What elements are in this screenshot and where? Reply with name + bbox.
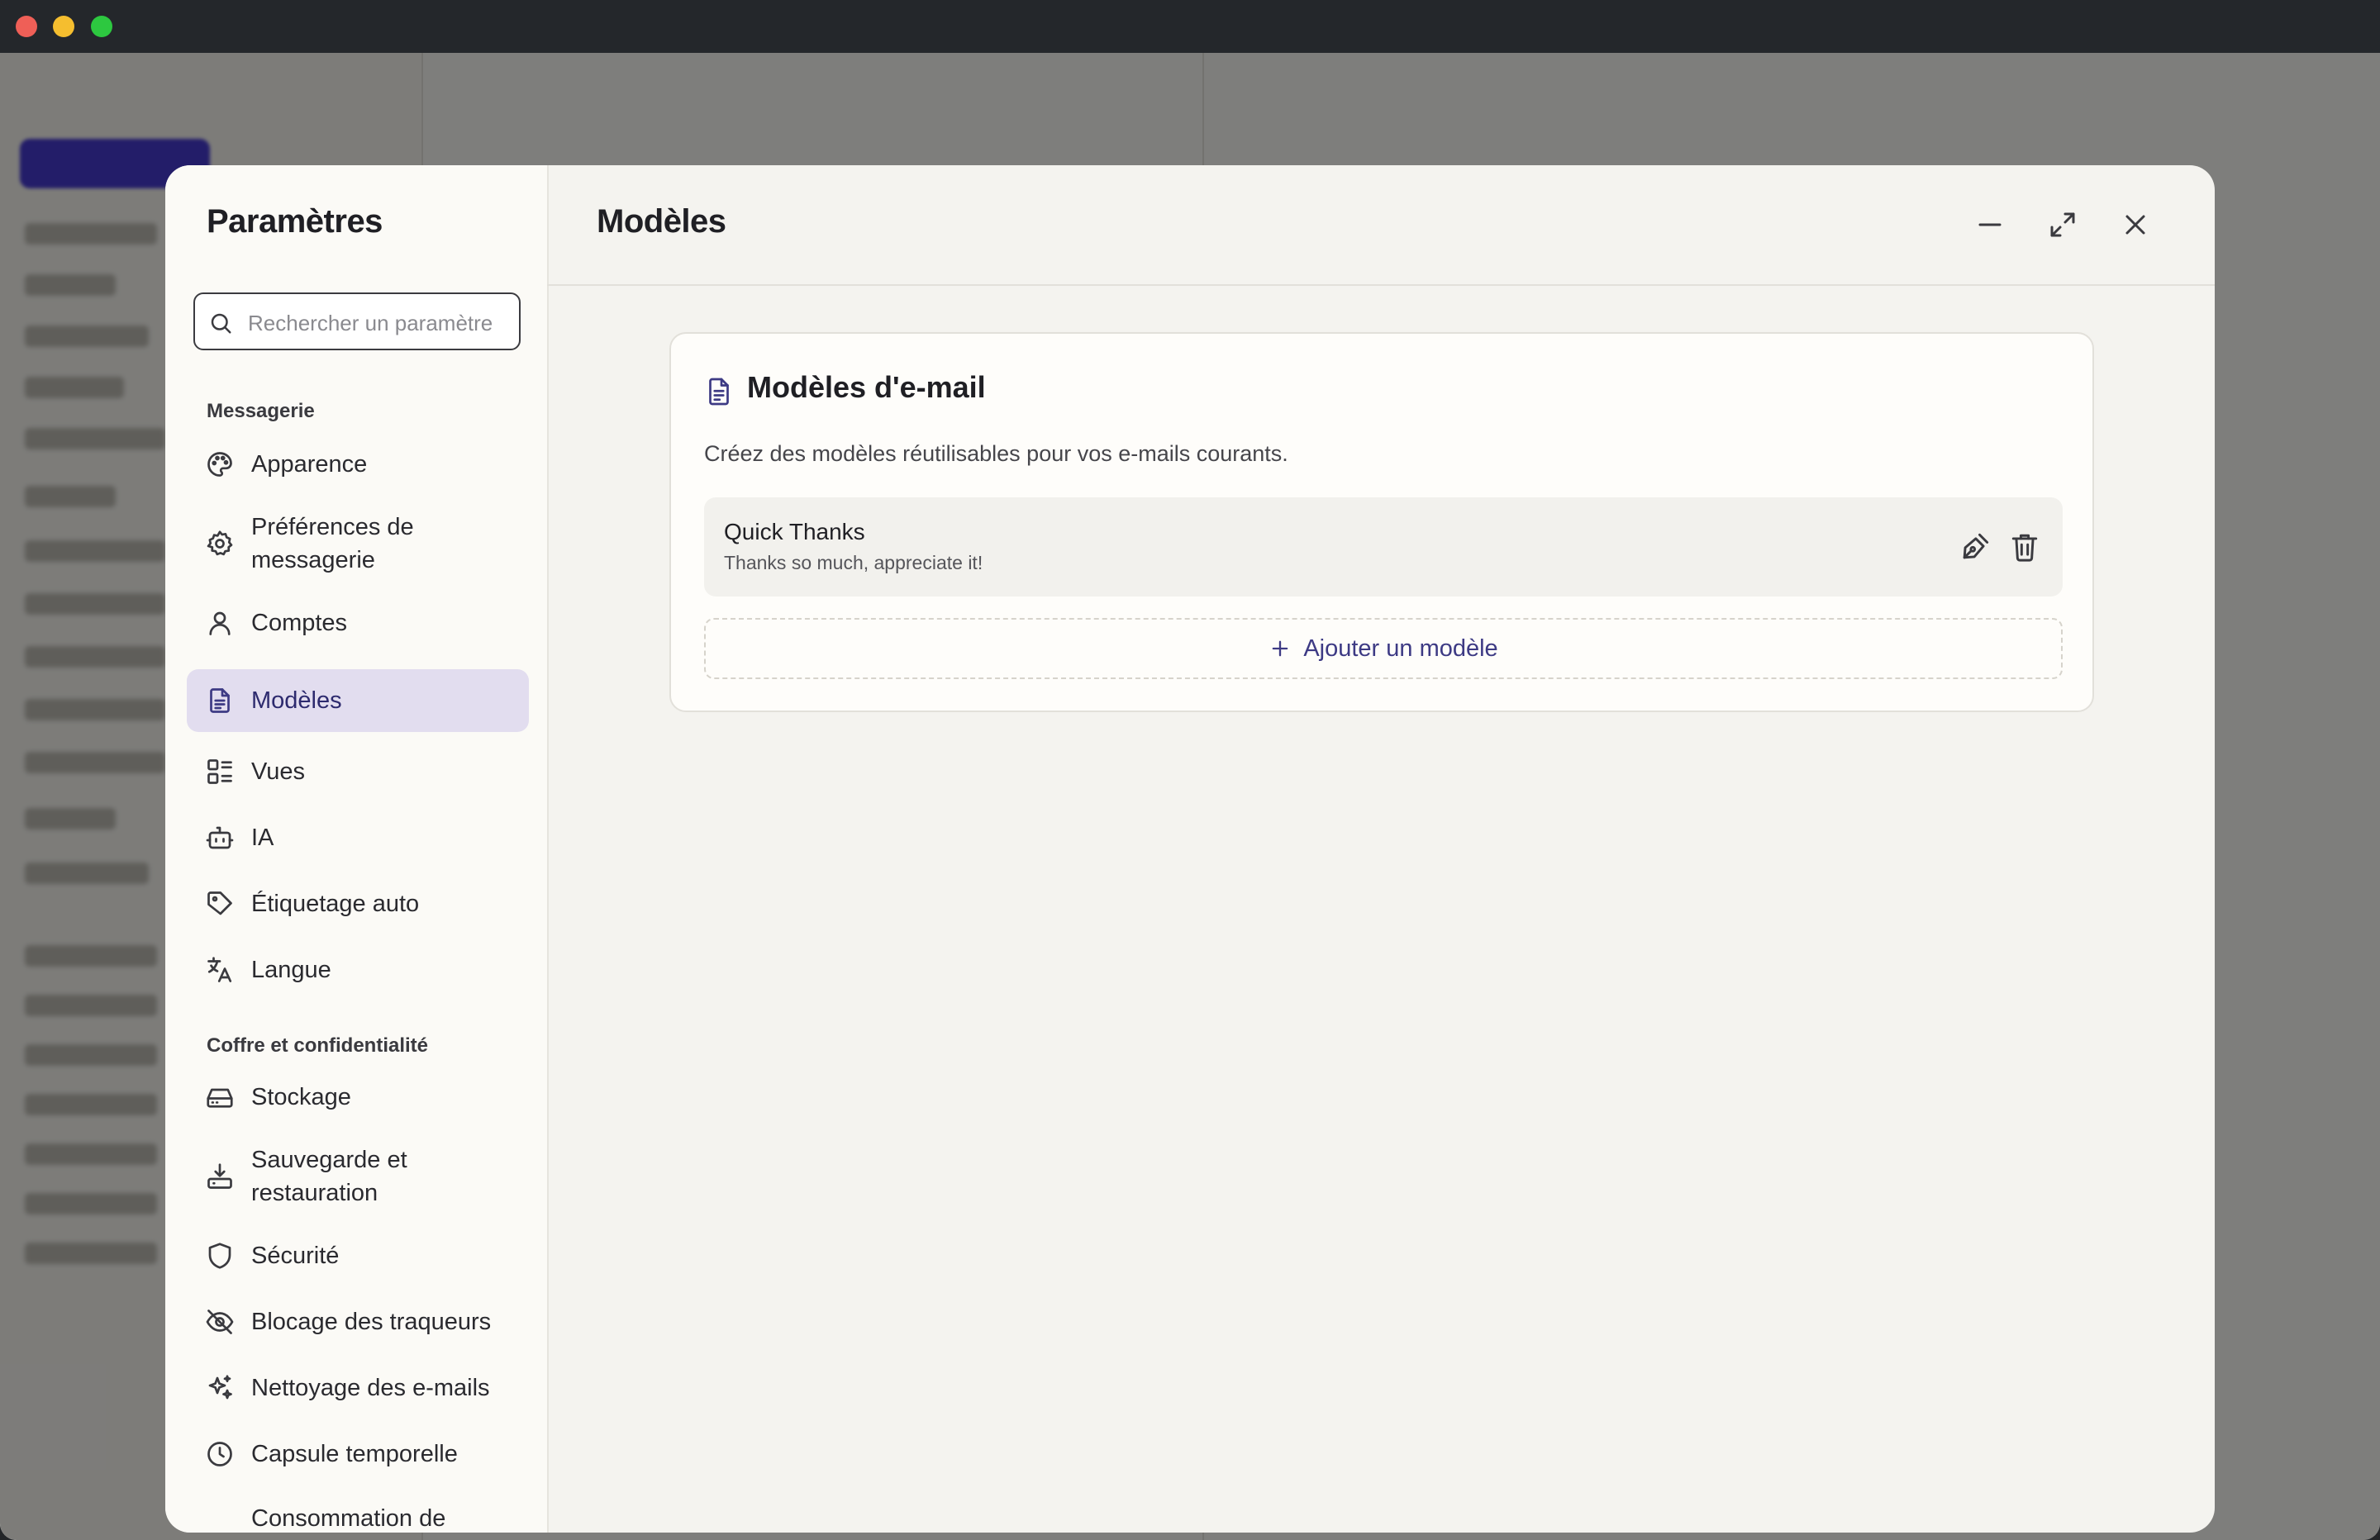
tag-icon (207, 891, 232, 915)
close-button[interactable] (2112, 202, 2159, 248)
sidebar-item-label: Préférences de messagerie (251, 514, 414, 573)
add-template-button[interactable]: Ajouter un modèle (704, 618, 2063, 679)
document-icon (709, 378, 729, 406)
edit-template-button[interactable] (1957, 529, 1993, 565)
eye-off-icon (206, 1309, 234, 1334)
search-icon (211, 313, 231, 334)
palette-icon (207, 452, 232, 477)
content-header: Modèles (547, 165, 2215, 286)
settings-content: Modèles Modèles d'e-mail Créez des modèl… (547, 165, 2215, 1533)
sidebar-item-label: Nettoyage des e-mails (251, 1375, 490, 1401)
edit-pen-icon (1963, 533, 1989, 559)
sidebar-item-etiquetage-auto[interactable]: Étiquetage auto (187, 877, 529, 930)
template-preview: Thanks so much, appreciate it! (724, 552, 983, 573)
close-icon (2125, 215, 2145, 235)
document-icon (210, 688, 230, 713)
sidebar-item-preferences-messagerie[interactable]: Préférences de messagerie (187, 504, 529, 583)
sidebar-item-label: Sécurité (251, 1243, 340, 1269)
bot-icon (206, 826, 234, 849)
sidebar-item-modeles[interactable]: Modèles (187, 669, 529, 732)
shield-icon (208, 1243, 231, 1269)
hard-drive-icon (207, 1088, 233, 1108)
search-input[interactable] (246, 304, 514, 342)
expand-button[interactable] (2040, 202, 2086, 248)
sidebar-item-consommation[interactable]: Consommation de (187, 1494, 529, 1533)
card-description: Créez des modèles réutilisables pour vos… (704, 441, 1288, 466)
sidebar-item-label: Consommation de (251, 1505, 446, 1532)
sidebar-item-label: Vues (251, 758, 306, 785)
sidebar-item-securite[interactable]: Sécurité (187, 1229, 529, 1282)
sidebar-item-apparence[interactable]: Apparence (187, 438, 529, 491)
sidebar-item-sauvegarde[interactable]: Sauvegarde et restauration (187, 1137, 529, 1216)
section-label-coffre: Coffre et confidentialité (207, 1034, 429, 1057)
sparkles-icon (208, 1375, 232, 1400)
templates-card: Modèles d'e-mail Créez des modèles réuti… (669, 332, 2094, 712)
sidebar-item-comptes[interactable]: Comptes (187, 597, 529, 649)
sidebar-item-ia[interactable]: IA (187, 811, 529, 864)
zoom-window-button[interactable] (91, 16, 112, 37)
minimize-button[interactable] (1967, 202, 2013, 248)
sidebar-item-label: Apparence (251, 451, 368, 478)
settings-sidebar: Paramètres Messagerie Apparence Préféren… (165, 165, 549, 1533)
window-titlebar (0, 0, 2380, 53)
app-window: Paramètres Messagerie Apparence Préféren… (0, 53, 2380, 1540)
gear-icon (207, 530, 233, 556)
sidebar-item-blocage-traqueurs[interactable]: Blocage des traqueurs (187, 1295, 529, 1348)
minimize-window-button[interactable] (53, 16, 74, 37)
sidebar-item-label: Stockage (251, 1084, 351, 1110)
sidebar-item-label: Blocage des traqueurs (251, 1309, 492, 1335)
template-row[interactable]: Quick Thanks Thanks so much, appreciate … (704, 497, 2063, 597)
template-name: Quick Thanks (724, 519, 865, 544)
sidebar-item-nettoyage[interactable]: Nettoyage des e-mails (187, 1362, 529, 1414)
sidebar-item-label: Étiquetage auto (251, 891, 420, 917)
plus-icon (1272, 640, 1288, 657)
trash-icon (2011, 534, 2038, 562)
sidebar-item-label: Comptes (251, 610, 348, 636)
translate-icon (207, 957, 232, 982)
settings-search[interactable] (193, 292, 521, 350)
sidebar-item-label: Modèles (251, 687, 342, 714)
page-title: Modèles (597, 203, 726, 240)
clock-icon (207, 1442, 232, 1466)
sidebar-item-label: Sauvegarde et restauration (251, 1147, 407, 1206)
user-icon (209, 611, 231, 635)
minimize-icon (1978, 223, 2002, 226)
expand-icon (2050, 212, 2075, 237)
close-window-button[interactable] (16, 16, 37, 37)
sidebar-item-label: Langue (251, 957, 331, 983)
sidebar-item-label: IA (251, 825, 274, 851)
layout-list-icon (207, 759, 232, 784)
delete-template-button[interactable] (2006, 529, 2043, 565)
settings-title: Paramètres (207, 203, 383, 240)
download-icon (207, 1163, 232, 1189)
sidebar-item-label: Capsule temporelle (251, 1441, 458, 1467)
settings-modal: Paramètres Messagerie Apparence Préféren… (165, 165, 2215, 1533)
sidebar-item-capsule-temporelle[interactable]: Capsule temporelle (187, 1428, 529, 1481)
sidebar-item-vues[interactable]: Vues (187, 745, 529, 798)
sidebar-item-langue[interactable]: Langue (187, 943, 529, 996)
section-label-messagerie: Messagerie (207, 400, 315, 422)
card-title: Modèles d'e-mail (747, 370, 986, 404)
add-template-label: Ajouter un modèle (1303, 635, 1498, 662)
sidebar-item-stockage[interactable]: Stockage (187, 1071, 529, 1124)
